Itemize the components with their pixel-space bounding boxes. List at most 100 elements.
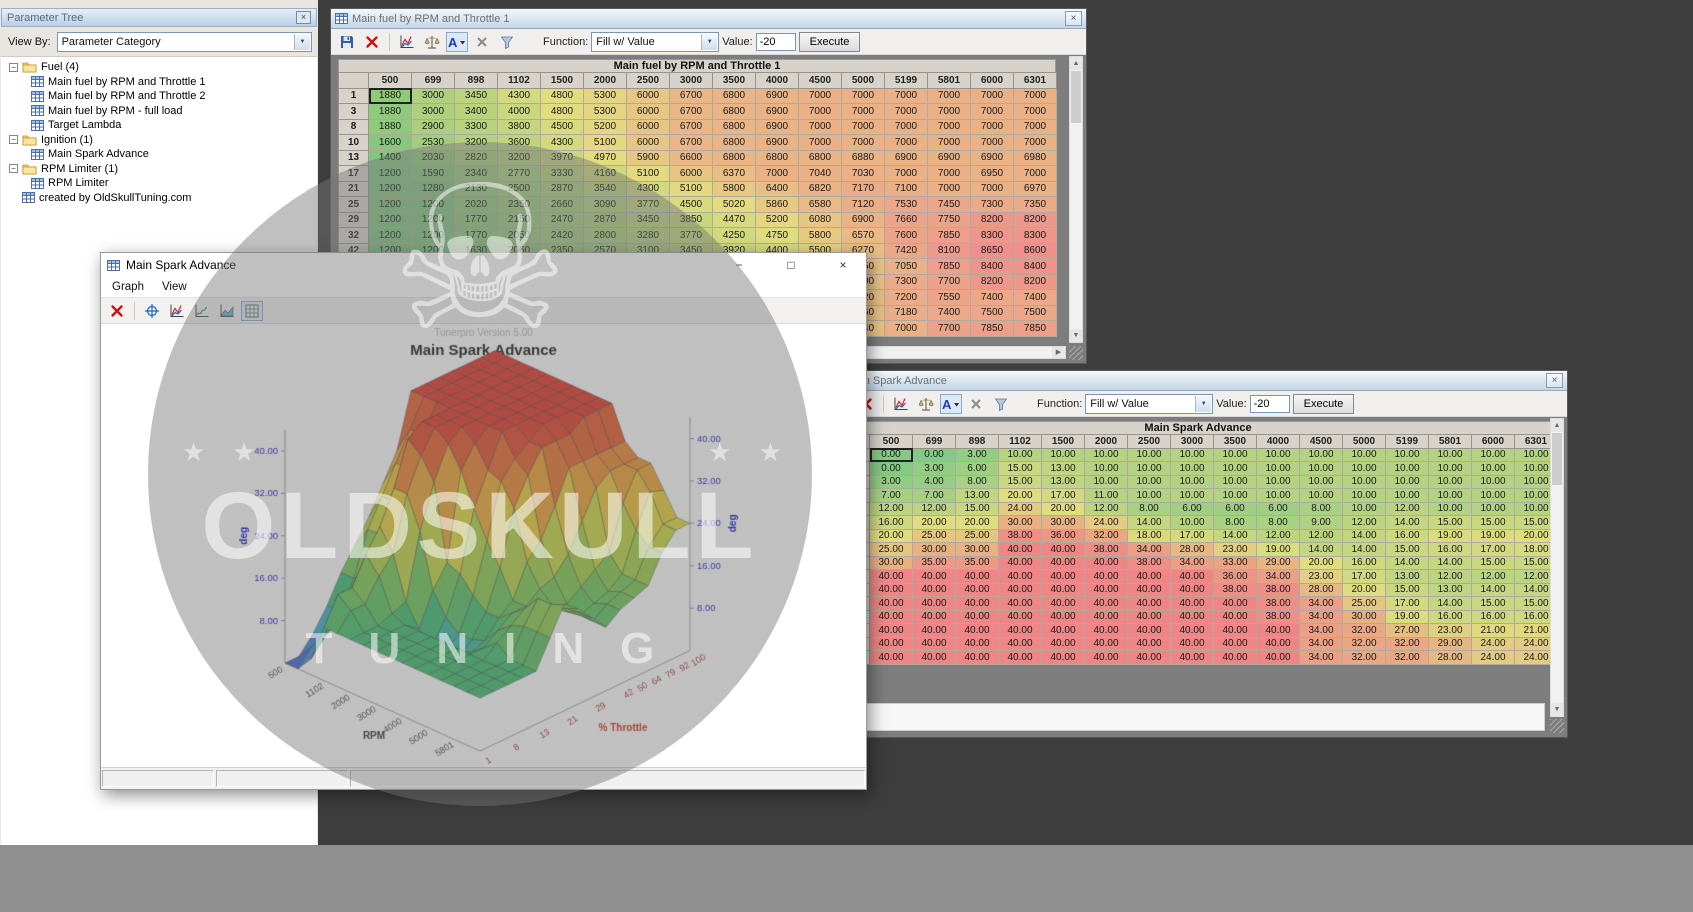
cell[interactable]: 6970 <box>1014 181 1057 197</box>
compare-icon[interactable] <box>421 32 443 52</box>
close-icon[interactable]: × <box>1546 373 1563 388</box>
cell[interactable]: 7400 <box>1014 290 1057 306</box>
cell[interactable]: 7050 <box>885 259 928 275</box>
cell[interactable]: 15.00 <box>1472 556 1515 570</box>
cell[interactable]: 6900 <box>971 150 1014 166</box>
cell[interactable]: 10.00 <box>1257 448 1300 462</box>
cell[interactable]: 40.00 <box>1085 583 1128 597</box>
cell[interactable]: 3400 <box>455 104 498 120</box>
cell[interactable]: 23.00 <box>1429 624 1472 638</box>
cell[interactable]: 10.00 <box>1171 516 1214 530</box>
tree-expander-icon[interactable]: − <box>9 164 18 173</box>
cell[interactable]: 40.00 <box>999 597 1042 611</box>
cell[interactable]: 40.00 <box>956 583 999 597</box>
cell[interactable]: 10.00 <box>1343 475 1386 489</box>
row-label[interactable]: 25 <box>339 197 369 213</box>
cell[interactable]: 7000 <box>1014 119 1057 135</box>
cell[interactable]: 16.00 <box>1343 556 1386 570</box>
cell[interactable]: 6900 <box>928 150 971 166</box>
close-icon[interactable]: × <box>296 11 311 24</box>
cell[interactable]: 3330 <box>541 166 584 182</box>
cell[interactable]: 7400 <box>928 305 971 321</box>
row-label[interactable]: 8 <box>339 119 369 135</box>
delete-icon[interactable] <box>361 32 383 52</box>
spark-3d-surface-chart[interactable] <box>101 324 866 769</box>
cell[interactable]: 38.00 <box>1128 556 1171 570</box>
cell[interactable]: 7200 <box>885 290 928 306</box>
cell[interactable]: 40.00 <box>1257 651 1300 665</box>
cell[interactable]: 5100 <box>584 135 627 151</box>
cell[interactable]: 8200 <box>1014 212 1057 228</box>
cell[interactable]: 4800 <box>541 88 584 104</box>
cell[interactable]: 40.00 <box>1171 570 1214 584</box>
cell[interactable]: 3280 <box>627 228 670 244</box>
cell[interactable]: 14.00 <box>1386 556 1429 570</box>
cell[interactable]: 6.00 <box>1257 502 1300 516</box>
cell[interactable]: 14.00 <box>1343 543 1386 557</box>
scroll-down-icon[interactable]: ▼ <box>1551 703 1563 716</box>
cell[interactable]: 15.00 <box>999 475 1042 489</box>
cell[interactable]: 7500 <box>1014 305 1057 321</box>
cell[interactable]: 40.00 <box>999 624 1042 638</box>
cell[interactable]: 17.00 <box>1472 543 1515 557</box>
cell[interactable]: 38.00 <box>1214 583 1257 597</box>
cell[interactable]: 3000 <box>412 104 455 120</box>
cell[interactable]: 23.00 <box>1300 570 1343 584</box>
col-header[interactable]: 4500 <box>799 73 842 89</box>
cell[interactable]: 14.00 <box>1472 583 1515 597</box>
cell[interactable]: 10.00 <box>1085 448 1128 462</box>
cell[interactable]: 40.00 <box>870 570 913 584</box>
cell[interactable]: 38.00 <box>1085 543 1128 557</box>
cell[interactable]: 40.00 <box>1128 597 1171 611</box>
cell[interactable]: 12.00 <box>1386 502 1429 516</box>
cell[interactable]: 10.00 <box>1386 462 1429 476</box>
delete-icon[interactable] <box>106 301 128 321</box>
cell[interactable]: 8100 <box>928 243 971 259</box>
cell[interactable]: 2020 <box>455 197 498 213</box>
menu-graph[interactable]: Graph <box>103 281 153 293</box>
cell[interactable]: 14.00 <box>1386 516 1429 530</box>
cell[interactable]: 10.00 <box>1214 462 1257 476</box>
cell[interactable]: 6580 <box>799 197 842 213</box>
menu-view[interactable]: View <box>153 281 196 293</box>
cell[interactable]: 19.00 <box>1472 529 1515 543</box>
tree-node[interactable]: created by OldSkullTuning.com <box>1 191 317 206</box>
cell[interactable]: 40.00 <box>870 624 913 638</box>
cell[interactable]: 12.00 <box>1085 502 1128 516</box>
cell[interactable]: 7000 <box>842 135 885 151</box>
compare-icon[interactable] <box>915 394 937 414</box>
cell[interactable]: 40.00 <box>870 651 913 665</box>
cell[interactable]: 8.00 <box>1214 516 1257 530</box>
cell[interactable]: 7.00 <box>913 489 956 503</box>
cell[interactable]: 6.00 <box>1214 502 1257 516</box>
cell[interactable]: 4000 <box>498 104 541 120</box>
cell[interactable]: 10.00 <box>1429 448 1472 462</box>
cell[interactable]: 4300 <box>498 88 541 104</box>
cell[interactable]: 2130 <box>455 181 498 197</box>
row-label[interactable]: 13 <box>339 150 369 166</box>
cell[interactable]: 2500 <box>498 181 541 197</box>
cell[interactable]: 7700 <box>928 274 971 290</box>
cell[interactable]: 1770 <box>455 212 498 228</box>
cell[interactable]: 40.00 <box>1042 651 1085 665</box>
tree-expander-icon[interactable]: − <box>9 63 18 72</box>
cell[interactable]: 20.00 <box>999 489 1042 503</box>
cell[interactable]: 7000 <box>971 104 1014 120</box>
cell[interactable]: 6950 <box>971 166 1014 182</box>
vertical-scrollbar[interactable]: ▲ ▼ <box>1550 418 1564 717</box>
cell[interactable]: 7000 <box>885 321 928 337</box>
cell[interactable]: 40.00 <box>999 610 1042 624</box>
cell[interactable]: 2870 <box>541 181 584 197</box>
cell[interactable]: 10.00 <box>1343 462 1386 476</box>
cell[interactable]: 10.00 <box>1171 475 1214 489</box>
col-header[interactable]: 500 <box>870 435 913 449</box>
cell[interactable]: 3450 <box>627 212 670 228</box>
edit-value-icon[interactable]: A <box>940 394 962 414</box>
resize-grip[interactable] <box>1550 719 1564 733</box>
cell[interactable]: 7400 <box>971 290 1014 306</box>
cell[interactable]: 12.00 <box>913 502 956 516</box>
cell[interactable]: 6800 <box>713 88 756 104</box>
cell[interactable]: 10.00 <box>1257 462 1300 476</box>
cell[interactable]: 40.00 <box>1085 651 1128 665</box>
cell[interactable]: 7000 <box>756 166 799 182</box>
